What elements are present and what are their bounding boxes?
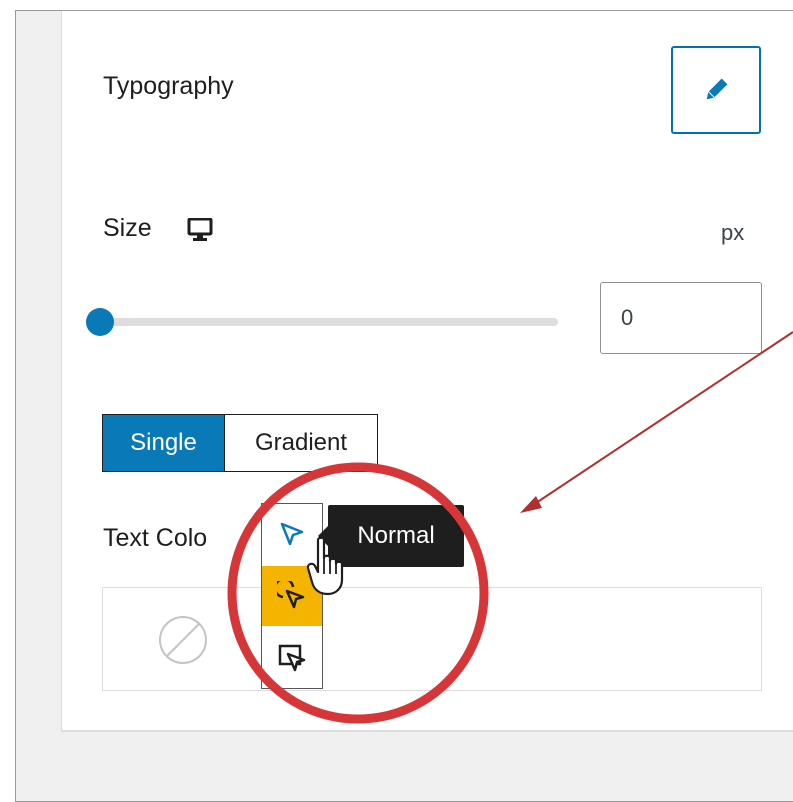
annotation-arrow-head [520,496,542,513]
annotation-overlay [227,331,793,724]
annotation-arrow-line [529,331,793,508]
annotation-circle [227,462,489,724]
hand-pointer-icon [306,536,344,596]
